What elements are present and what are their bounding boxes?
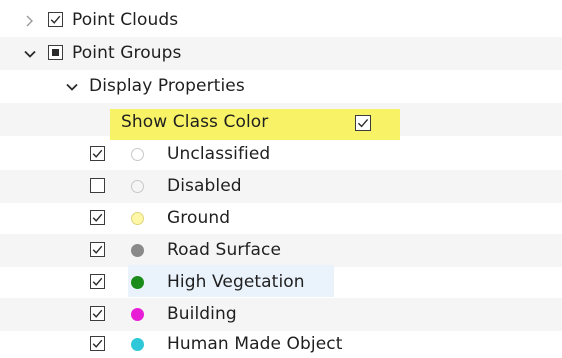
display-properties-label: Display Properties — [89, 76, 245, 96]
point-groups-label: Point Groups — [72, 43, 182, 63]
class-label: Ground — [167, 208, 231, 228]
class-color-swatch — [131, 276, 144, 289]
high-vegetation-checkbox[interactable] — [90, 274, 105, 289]
class-label: Building — [167, 304, 237, 324]
ground-checkbox[interactable] — [90, 210, 105, 225]
class-label: Disabled — [167, 176, 242, 196]
class-color-swatch — [131, 338, 144, 351]
class-label: Human Made Object — [167, 334, 343, 354]
chevron-down-icon[interactable] — [22, 46, 38, 62]
class-label: Unclassified — [167, 144, 271, 164]
show-class-color-label: Show Class Color — [121, 112, 269, 132]
class-color-swatch — [131, 148, 144, 161]
show-class-color-checkbox[interactable] — [355, 115, 371, 131]
class-row-disabled[interactable]: Disabled — [0, 170, 562, 203]
class-color-swatch — [131, 308, 144, 321]
road-surface-checkbox[interactable] — [90, 242, 105, 257]
disabled-checkbox[interactable] — [90, 178, 105, 193]
point-groups-checkbox[interactable] — [48, 45, 63, 60]
class-row-road-surface[interactable]: Road Surface — [0, 234, 562, 267]
chevron-right-icon[interactable] — [22, 13, 38, 29]
layer-tree: Point Clouds Point Groups Display Proper… — [0, 0, 562, 358]
unclassified-checkbox[interactable] — [90, 146, 105, 161]
class-label: High Vegetation — [167, 272, 305, 292]
tree-row-point-clouds[interactable]: Point Clouds — [0, 4, 562, 37]
chevron-down-icon[interactable] — [64, 79, 80, 95]
class-row-unclassified[interactable]: Unclassified — [0, 138, 562, 171]
class-color-swatch — [131, 180, 144, 193]
class-label: Road Surface — [167, 240, 282, 260]
class-color-swatch — [131, 244, 144, 257]
class-row-ground[interactable]: Ground — [0, 202, 562, 235]
partial-check-indicator — [52, 49, 59, 56]
tree-row-display-properties[interactable]: Display Properties — [0, 70, 562, 103]
class-row-human-made-object[interactable]: Human Made Object — [0, 328, 562, 358]
human-made-object-checkbox[interactable] — [90, 336, 105, 351]
building-checkbox[interactable] — [90, 306, 105, 321]
point-clouds-checkbox[interactable] — [48, 12, 63, 27]
point-clouds-label: Point Clouds — [72, 10, 179, 30]
class-color-swatch — [131, 212, 144, 225]
tree-row-point-groups[interactable]: Point Groups — [0, 37, 562, 70]
class-row-building[interactable]: Building — [0, 298, 562, 331]
